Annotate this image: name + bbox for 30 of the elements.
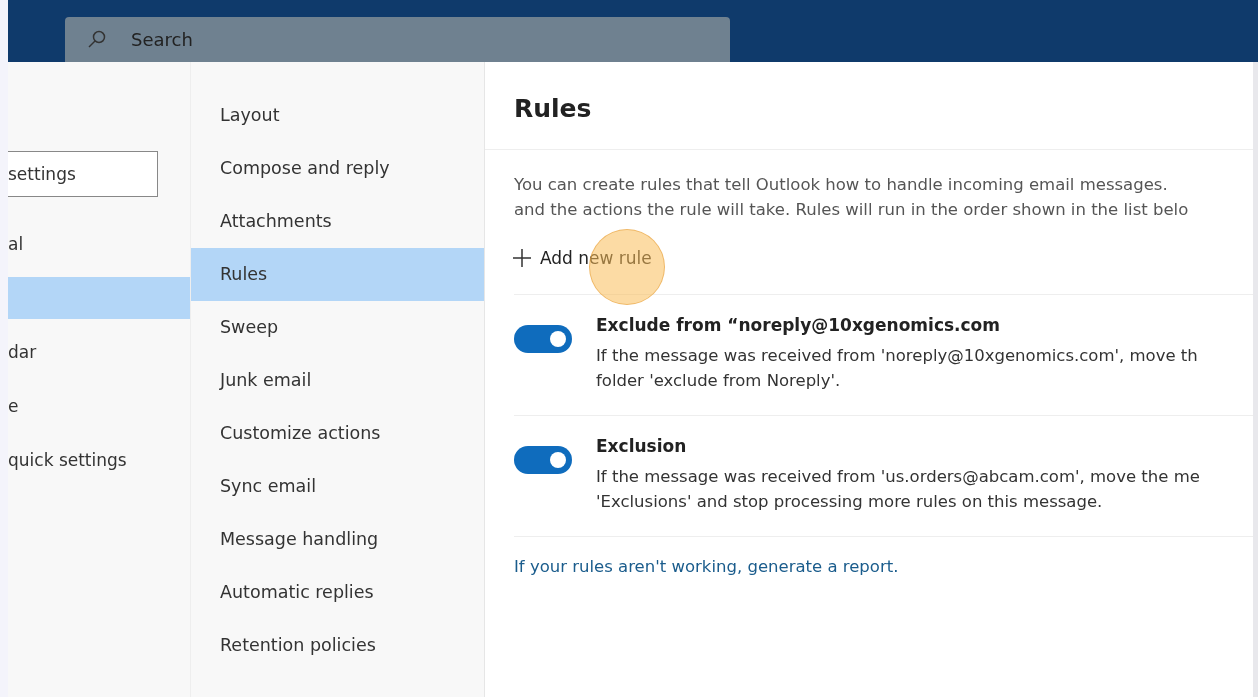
rule-name: Exclude from “noreply@10xgenomics.com: [596, 315, 1001, 335]
category-item[interactable]: Customize actions: [191, 407, 484, 460]
category-item[interactable]: Sweep: [191, 301, 484, 354]
report-link[interactable]: If your rules aren't working, generate a report.: [514, 557, 899, 576]
rule-description: 'Exclusions' and stop processing more rules on this message.: [596, 491, 1104, 513]
rule-name: Exclusion: [596, 436, 688, 456]
category-item[interactable]: Junk email: [191, 354, 484, 407]
settings-nav-item[interactable]: quick settings: [8, 433, 190, 487]
plus-icon: [512, 248, 532, 268]
category-item[interactable]: Compose and reply: [191, 142, 484, 195]
rule-toggle[interactable]: [514, 446, 572, 474]
settings-nav-item[interactable]: dar: [8, 325, 190, 379]
rule-description: If the message was received from 'noreply@10xgenomics.com', move th: [596, 345, 1198, 367]
settings-search-field[interactable]: settings: [8, 151, 158, 197]
intro-text: and the actions the rule will take. Rules will run in the order shown in the list belo: [514, 199, 1190, 221]
panel-title: Rules: [485, 62, 1253, 150]
category-item[interactable]: Attachments: [191, 195, 484, 248]
category-item[interactable]: Sync email: [191, 460, 484, 513]
category-item[interactable]: Automatic replies: [191, 566, 484, 619]
intro-text: You can create rules that tell Outlook how to handle incoming email messages.: [514, 174, 1169, 196]
category-item[interactable]: Retention policies: [191, 619, 484, 672]
category-item[interactable]: Rules: [191, 248, 484, 301]
rule-toggle[interactable]: [514, 325, 572, 353]
category-item[interactable]: Message handling: [191, 513, 484, 566]
rule-description: If the message was received from 'us.orders@abcam.com', move the me: [596, 466, 1200, 488]
settings-nav-item[interactable]: e: [8, 379, 190, 433]
category-item[interactable]: Layout: [191, 89, 484, 142]
search-field[interactable]: Search: [65, 17, 730, 62]
rule-description: folder 'exclude from Noreply'.: [596, 370, 842, 392]
settings-nav-item[interactable]: al: [8, 217, 190, 271]
